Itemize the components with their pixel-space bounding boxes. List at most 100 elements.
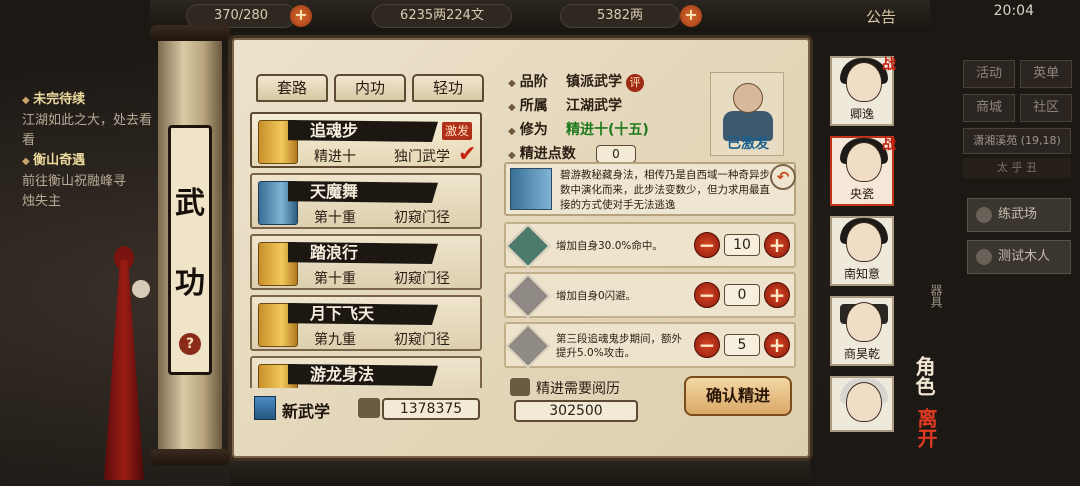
- skill-type: 初窥门径: [394, 210, 450, 226]
- increase-button[interactable]: +: [764, 282, 790, 308]
- grade-label: 品阶: [508, 70, 560, 96]
- community-button[interactable]: 社区: [1020, 94, 1073, 122]
- description-book-icon: [510, 168, 552, 210]
- training-ground-label: 练武场: [998, 207, 1038, 222]
- role-button[interactable]: 角色: [910, 356, 939, 396]
- skill-name: 追魂步: [288, 120, 438, 142]
- character-name: 央瓷: [849, 187, 874, 201]
- experience-book-icon: [510, 378, 530, 396]
- activity-button[interactable]: 活动: [963, 60, 1015, 88]
- monk-head: [733, 83, 763, 113]
- new-skill-book-icon[interactable]: [254, 396, 276, 420]
- notice-button[interactable]: 公告: [866, 6, 896, 27]
- menu-button[interactable]: 英单: [1020, 60, 1073, 88]
- decrease-button[interactable]: −: [694, 232, 720, 258]
- grade-tag-icon[interactable]: 评: [626, 74, 644, 92]
- character-card[interactable]: 南知意: [830, 216, 894, 286]
- cultivate-label: 修为: [508, 118, 560, 144]
- location-label: 潇湘溪苑 (19,18): [963, 128, 1071, 154]
- skill-item[interactable]: 月下飞天 第九重 初窥门径: [250, 295, 482, 351]
- skill-portrait: 已激发: [710, 72, 784, 156]
- effect-text: 增加自身30.0%命中。: [556, 240, 663, 252]
- skill-item[interactable]: 追魂步 激发 精进十 独门武学 ✔: [250, 112, 482, 168]
- money-display: 6235两224文: [372, 4, 512, 28]
- description-text: 碧游教秘藏身法，相传乃是自西域一种奇异步数中演化而来，此步法变数少，但力求用最直…: [560, 169, 770, 211]
- test-dummy-label: 测试木人: [998, 249, 1051, 264]
- return-arrow-icon[interactable]: ↶: [770, 164, 796, 190]
- help-icon[interactable]: ?: [179, 333, 201, 355]
- points-value: 0: [596, 145, 636, 163]
- character-card[interactable]: 战 央瓷: [830, 136, 896, 206]
- equipped-check-icon: ✔: [458, 142, 477, 167]
- quest-text: 江湖如此之大，处去看看: [22, 113, 153, 148]
- add-gold-button[interactable]: +: [680, 5, 702, 27]
- quest-text: 前往衡山祝融峰寻: [22, 174, 127, 189]
- skill-item[interactable]: 天魔舞 第十重 初窥门径: [250, 173, 482, 229]
- skill-type: 初窥门径: [394, 271, 450, 287]
- skill-level: 精进十: [314, 149, 356, 165]
- skill-level: 第九重: [314, 332, 356, 348]
- activated-label: 已激发: [727, 136, 769, 152]
- decrease-button[interactable]: −: [694, 282, 720, 308]
- skill-item[interactable]: 游龙身法: [250, 356, 482, 388]
- bottom-menu-bar: [230, 456, 810, 486]
- activated-badge: 激发: [442, 122, 473, 140]
- skill-name: 天魔舞: [288, 181, 438, 203]
- skill-name: 踏浪行: [288, 242, 438, 264]
- grade-value: 镇派武学: [566, 74, 622, 90]
- effect-row: 第三段追魂鬼步期间，额外提升5.0%攻击。 − 5 +: [504, 322, 796, 369]
- skill-list[interactable]: 追魂步 激发 精进十 独门武学 ✔ 天魔舞 第十重 初窥门径 踏浪行 第十重 初…: [250, 112, 486, 388]
- decrease-button[interactable]: −: [694, 332, 720, 358]
- new-skill-button[interactable]: 新武学: [282, 398, 330, 422]
- attack-effect-icon: [505, 323, 551, 369]
- experience-book-icon: [358, 398, 380, 418]
- character-name: 南知意: [843, 267, 880, 281]
- skill-name: 月下飞天: [288, 303, 438, 325]
- hit-effect-icon: [505, 223, 551, 269]
- character-card[interactable]: 战 卿逸: [830, 56, 896, 126]
- new-skill-row: 新武学 1378375: [254, 396, 484, 424]
- avatar: [846, 382, 882, 422]
- effect-value: 0: [724, 284, 760, 306]
- shop-button[interactable]: 商城: [963, 94, 1015, 122]
- skill-type: 独门武学: [394, 149, 450, 165]
- equipment-label[interactable]: 器具: [928, 284, 945, 308]
- effect-row: 增加自身30.0%命中。 − 10 +: [504, 222, 796, 269]
- increase-button[interactable]: +: [764, 232, 790, 258]
- avatar: [846, 142, 882, 182]
- character-list: 战 卿逸 战 央瓷 南知意 商昊乾: [830, 56, 896, 442]
- cultivate-value: 精进十(十五): [566, 122, 649, 138]
- training-icon: [976, 207, 992, 223]
- increase-button[interactable]: +: [764, 332, 790, 358]
- character-name: 商昊乾: [843, 347, 880, 361]
- quest-title: 未完待续: [22, 90, 152, 111]
- dodge-effect-icon: [505, 273, 551, 319]
- quest-text: 烛失主: [22, 194, 62, 209]
- time-indicator: 太 乎 丑: [963, 158, 1071, 178]
- add-stamina-button[interactable]: +: [290, 5, 312, 27]
- title-plaque: 武 功 ?: [168, 125, 212, 375]
- effect-value: 10: [724, 234, 760, 256]
- rod-cap-bottom: [150, 449, 230, 465]
- battle-tag: 战: [882, 57, 896, 73]
- leave-button[interactable]: 离开: [912, 408, 941, 448]
- scroll-rod: 武 功 ?: [150, 25, 230, 465]
- avatar: [846, 302, 882, 342]
- effect-text: 增加自身0闪避。: [556, 290, 637, 302]
- confirm-advance-button[interactable]: 确认精进: [684, 376, 792, 416]
- tassel-bead: [132, 280, 150, 298]
- tab-taolu[interactable]: 套路: [256, 74, 328, 102]
- cost-value: 302500: [514, 400, 638, 422]
- test-dummy-button[interactable]: 测试木人: [967, 240, 1071, 274]
- training-ground-button[interactable]: 练武场: [967, 198, 1071, 232]
- tab-neigong[interactable]: 内功: [334, 74, 406, 102]
- effect-value: 5: [724, 334, 760, 356]
- skill-item[interactable]: 踏浪行 第十重 初窥门径: [250, 234, 482, 290]
- character-card[interactable]: [830, 376, 894, 432]
- character-card[interactable]: 商昊乾: [830, 296, 894, 366]
- skill-info: 品阶镇派武学评 所属江湖武学 修为精进十(十五) 精进点数0: [508, 70, 649, 166]
- quest-tracker[interactable]: 未完待续 江湖如此之大，处去看看 衡山奇遇 前往衡山祝融峰寻 烛失主: [22, 90, 152, 212]
- avatar: [846, 222, 882, 262]
- tab-qinggong[interactable]: 轻功: [412, 74, 484, 102]
- rod-cap-top: [150, 25, 230, 41]
